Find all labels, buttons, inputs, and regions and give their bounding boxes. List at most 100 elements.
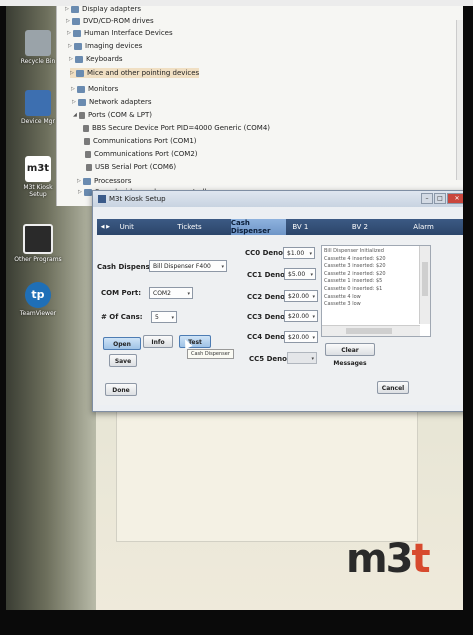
com-port-value: COM2 [153,290,171,297]
tree-item[interactable]: ◢ Ports (COM & LPT) [73,110,152,120]
kiosk-setup-window: M3t Kiosk Setup – □ ✕ ◀ ▶ Unit Tickets C… [92,190,463,412]
window-title: M3t Kiosk Setup [109,195,166,203]
tree-item-label: BBS Secure Device Port PID=4000 Generic … [92,124,271,132]
message-line: Cassette 0 inserted: $1 [324,285,383,292]
tree-item[interactable]: ▷ Monitors [71,84,118,94]
cancel-button[interactable]: Cancel [377,381,409,394]
window-titlebar[interactable]: M3t Kiosk Setup – □ ✕ [93,191,463,207]
tree-item-label: Communications Port (COM1) [93,137,197,145]
minimize-button[interactable]: – [421,193,433,204]
window-controls: – □ ✕ [421,193,463,204]
tree-item[interactable]: ▷ Imaging devices [68,41,142,51]
tree-item-label: USB Serial Port (COM6) [95,163,177,171]
chevron-down-icon: ▾ [171,315,174,321]
cc0-value: $1.00 [287,250,305,257]
program-icon [23,224,53,254]
tree-item[interactable]: BBS Secure Device Port PID=4000 Generic … [83,123,270,133]
tab-bv1[interactable]: BV 1 [286,219,346,235]
cc3-select[interactable]: $20.00 ▾ [284,310,318,322]
port-icon [79,111,85,119]
tab-bar: ◀ ▶ Unit Tickets Cash Dispenser BV 1 BV … [97,219,463,235]
tree-item[interactable]: USB Serial Port (COM6) [86,162,176,172]
tab-alarm[interactable]: Alarm [407,219,463,235]
chevron-down-icon: ▾ [312,314,315,320]
port-icon [85,150,91,158]
tree-item[interactable]: Communications Port (COM2) [85,149,198,159]
cc4-value: $20.00 [288,334,309,341]
message-log[interactable]: Bill Dispenser Initialized Cassette 4 in… [321,245,431,337]
horizontal-scrollbar[interactable] [322,325,420,336]
cash-dispenser-panel: Cash Dispenser: Bill Dispenser F400 ▾ COM… [97,235,463,405]
device-icon [73,29,81,37]
tab-unit[interactable]: Unit [114,219,172,235]
tree-item[interactable]: Communications Port (COM1) [84,136,197,146]
cc2-select[interactable]: $20.00 ▾ [284,290,318,302]
message-line: Cassette 1 inserted: $5 [324,278,383,285]
scroll-thumb[interactable] [346,328,392,334]
tree-item-label: DVD/CD-ROM drives [83,17,154,25]
tab-tickets[interactable]: Tickets [171,219,231,235]
close-button[interactable]: ✕ [447,193,463,204]
m3t-icon: m3t [25,156,51,182]
desktop-icon-teamviewer[interactable]: tp TeamViewer [14,282,62,317]
com-port-label: COM Port: [101,289,142,297]
tree-item[interactable]: ▷ DVD/CD-ROM drives [66,16,154,26]
cc1-select[interactable]: $5.00 ▾ [284,268,316,280]
device-icon [75,55,83,63]
com-port-select[interactable]: COM2 ▾ [149,287,193,299]
message-line: Cassette 3 inserted: $20 [324,263,386,270]
tab-nav-arrows-icon[interactable]: ◀ ▶ [97,219,114,235]
desktop-icon-other[interactable]: Other Programs [14,224,62,263]
cans-select[interactable]: 5 ▾ [151,311,177,323]
message-list: Bill Dispenser Initialized Cassette 4 in… [324,248,386,309]
message-line: Cassette 2 inserted: $20 [324,270,386,277]
tree-item-label: Mice and other pointing devices [87,69,200,77]
cc4-select[interactable]: $20.00 ▾ [284,331,318,343]
tree-item-label: Human Interface Devices [84,29,173,37]
desktop-icon-recycle-bin[interactable]: Recycle Bin [14,30,62,65]
desktop-icon-m3t[interactable]: m3t M3t Kiosk Setup [14,156,62,198]
maximize-button[interactable]: □ [434,193,446,204]
cc0-select[interactable]: $1.00 ▾ [283,247,315,259]
device-icon [74,42,82,50]
vertical-scrollbar[interactable] [419,246,430,324]
done-button[interactable]: Done [105,383,137,396]
tree-item[interactable]: ▷ Display adapters [65,6,141,14]
desktop-icon-label: TeamViewer [19,310,57,317]
device-icon [71,6,79,13]
device-icon [84,188,92,196]
logo-text: m3 [346,536,414,582]
tab-bv2[interactable]: BV 2 [346,219,407,235]
scroll-thumb[interactable] [422,262,428,296]
recycle-bin-icon [25,30,51,56]
clear-messages-button[interactable]: Clear Messages [325,343,375,367]
desktop-icon-device-manager[interactable]: Device Mgr [14,90,62,125]
cc5-select: ▾ [287,352,317,364]
chevron-down-icon: ▾ [312,294,315,300]
dispenser-select[interactable]: Bill Dispenser F400 ▾ [149,260,227,272]
background-window [116,410,418,542]
tree-item[interactable]: ▷ Mice and other pointing devices [70,68,200,78]
cc2-value: $20.00 [288,293,309,300]
open-button[interactable]: Open [103,337,141,350]
tree-item[interactable]: ▷ Human Interface Devices [67,28,173,38]
port-icon [86,163,92,171]
tree-item[interactable]: ▷ Processors [77,176,131,186]
tab-cash-dispenser[interactable]: Cash Dispenser [230,219,287,235]
tree-item[interactable]: ▷ Keyboards [69,54,123,64]
tree-item-label: Keyboards [86,55,123,63]
tree-item-label: Communications Port (COM2) [94,150,198,158]
info-button[interactable]: Info [143,335,173,348]
cc3-value: $20.00 [288,313,309,320]
tree-item-label: Monitors [88,85,119,93]
tree-item[interactable]: ▷ Network adapters [72,97,152,107]
chevron-down-icon: ▾ [310,272,313,278]
port-icon [83,124,89,132]
tree-item-label: Network adapters [89,98,152,106]
device-icon [72,17,80,25]
logo-accent: t [411,536,431,582]
device-manager-scrollbar[interactable] [456,20,463,180]
port-icon [84,137,90,145]
device-manager-icon [25,90,51,116]
save-button[interactable]: Save [109,354,137,367]
